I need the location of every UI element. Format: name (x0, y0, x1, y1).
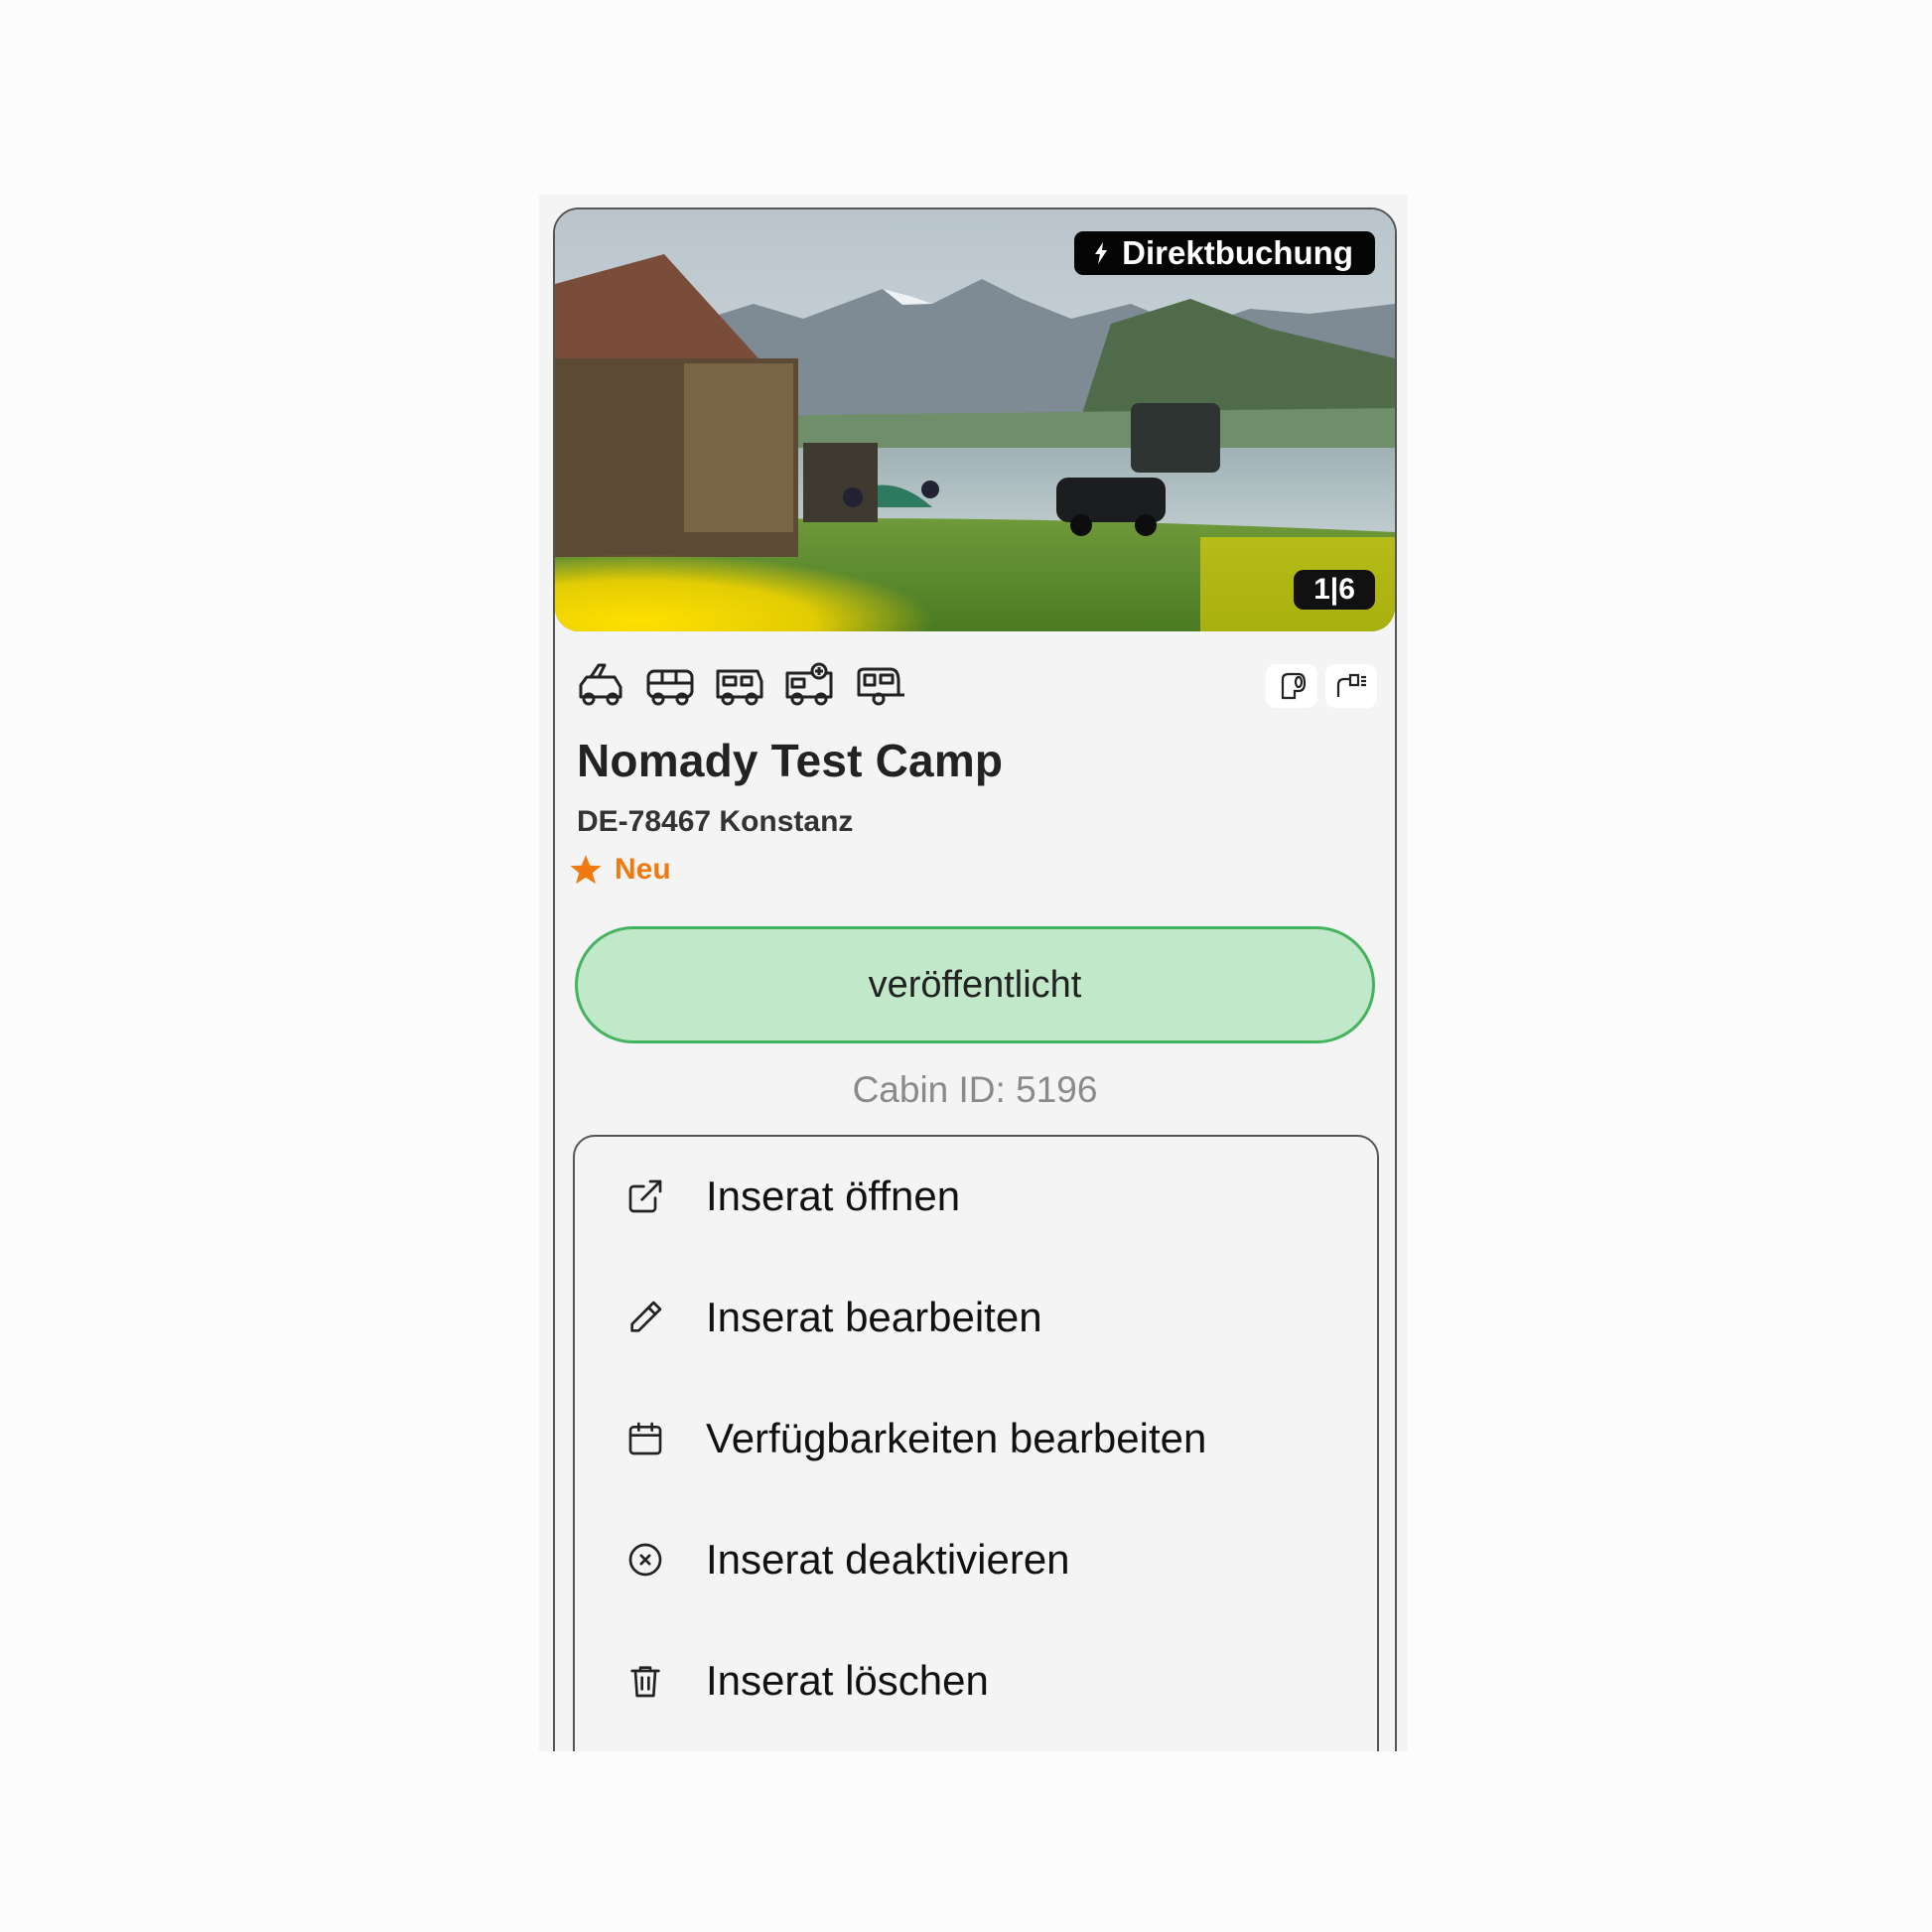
pencil-icon (624, 1297, 666, 1338)
camper-van-icon (716, 669, 763, 706)
listing-address: DE-78467 Konstanz (577, 805, 854, 838)
trash-icon (624, 1660, 666, 1702)
vehicle-type-icons (575, 661, 904, 709)
listing-photo[interactable]: Direktbuchung 1|6 (555, 209, 1395, 631)
external-link-icon (624, 1175, 666, 1217)
x-circle-icon (624, 1539, 666, 1581)
rooftop-tent-car-icon (579, 663, 622, 706)
menu-item-deactivate-listing[interactable]: Inserat deaktivieren (624, 1530, 1070, 1589)
listing-title: Nomady Test Camp (577, 735, 1004, 786)
listing-panel: Direktbuchung 1|6 Nomady Test Camp DE-78… (539, 195, 1408, 1751)
motorhome-icon (785, 662, 833, 706)
photo-counter: 1|6 (1294, 570, 1375, 610)
menu-item-label: Inserat bearbeiten (706, 1294, 1042, 1340)
direct-booking-label: Direktbuchung (1122, 234, 1353, 271)
cabin-id: Cabin ID: 5196 (852, 1069, 1098, 1110)
calendar-icon (624, 1418, 666, 1459)
lightning-icon (1095, 242, 1108, 264)
menu-item-label: Verfügbarkeiten bearbeiten (706, 1415, 1207, 1461)
rating-label: Neu (615, 853, 671, 886)
caravan-icon (857, 667, 904, 706)
status-published-button[interactable]: veröffentlicht (575, 926, 1375, 1043)
menu-item-label: Inserat löschen (706, 1657, 989, 1704)
menu-item-edit-listing[interactable]: Inserat bearbeiten (624, 1288, 1042, 1347)
menu-item-open-listing[interactable]: Inserat öffnen (624, 1167, 960, 1226)
star-icon (570, 855, 602, 885)
menu-item-label: Inserat deaktivieren (706, 1536, 1070, 1583)
amenity-icons (1266, 664, 1377, 708)
menu-item-label: Inserat öffnen (706, 1173, 961, 1219)
shower-icon (1336, 673, 1366, 697)
menu-item-delete-listing[interactable]: Inserat löschen (624, 1651, 989, 1711)
toilet-paper-badge (1266, 664, 1317, 708)
shower-badge (1325, 664, 1377, 708)
menu-item-edit-availability[interactable]: Verfügbarkeiten bearbeiten (624, 1409, 1206, 1468)
listing-card: Direktbuchung 1|6 Nomady Test Camp DE-78… (553, 207, 1397, 1751)
direct-booking-badge: Direktbuchung (1074, 231, 1375, 275)
toilet-paper-icon (1281, 672, 1307, 700)
rating-new: Neu (569, 853, 671, 887)
van-icon (646, 669, 694, 706)
listing-actions-menu: Inserat öffnen Inserat bearbeiten Verfüg… (573, 1135, 1379, 1751)
